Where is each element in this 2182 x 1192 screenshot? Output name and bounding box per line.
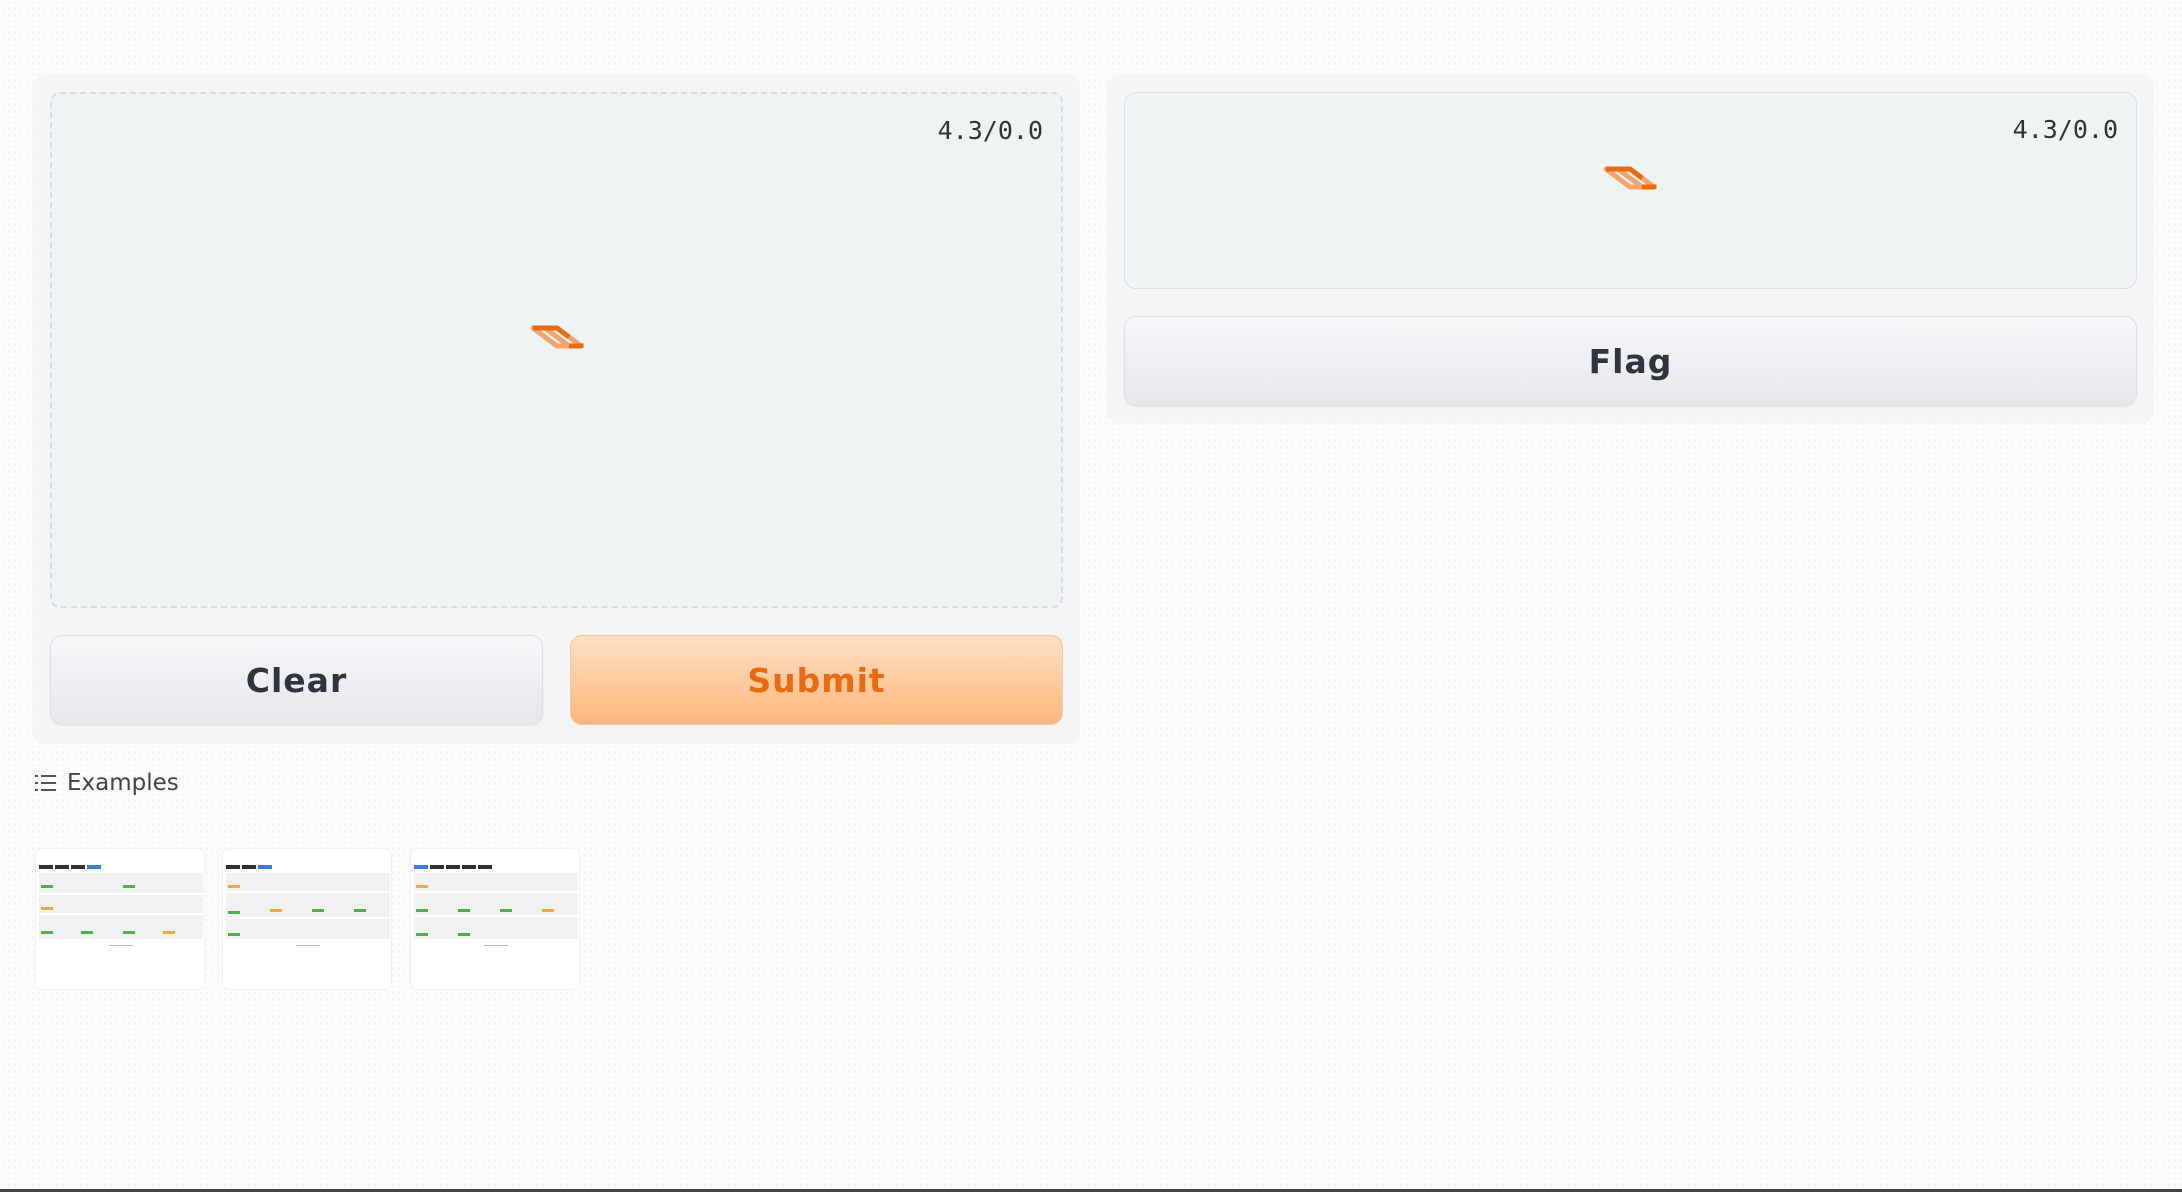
example-thumbnail[interactable] — [35, 848, 205, 990]
clear-button[interactable]: Clear — [50, 635, 543, 725]
example-thumbnail[interactable] — [222, 848, 392, 990]
submit-button[interactable]: Submit — [570, 635, 1063, 725]
progress-status: 4.3/0.0 — [937, 116, 1043, 145]
progress-status: 4.3/0.0 — [2012, 115, 2118, 144]
examples-label: Examples — [67, 770, 179, 796]
loading-spinner-icon — [527, 322, 587, 358]
output-display: 4.3/0.0 — [1124, 92, 2137, 289]
example-image — [39, 865, 203, 946]
flag-button[interactable]: Flag — [1124, 316, 2137, 406]
input-panel: 4.3/0.0 Clear Submit — [33, 75, 1080, 744]
loading-spinner-icon — [1600, 163, 1660, 199]
example-image — [226, 865, 390, 946]
list-icon — [35, 775, 56, 791]
output-panel: 4.3/0.0 Flag — [1107, 75, 2154, 423]
example-thumbnail[interactable] — [410, 848, 580, 990]
example-image — [414, 865, 578, 946]
examples-header[interactable]: Examples — [35, 770, 179, 796]
image-upload-area[interactable]: 4.3/0.0 — [50, 92, 1063, 608]
